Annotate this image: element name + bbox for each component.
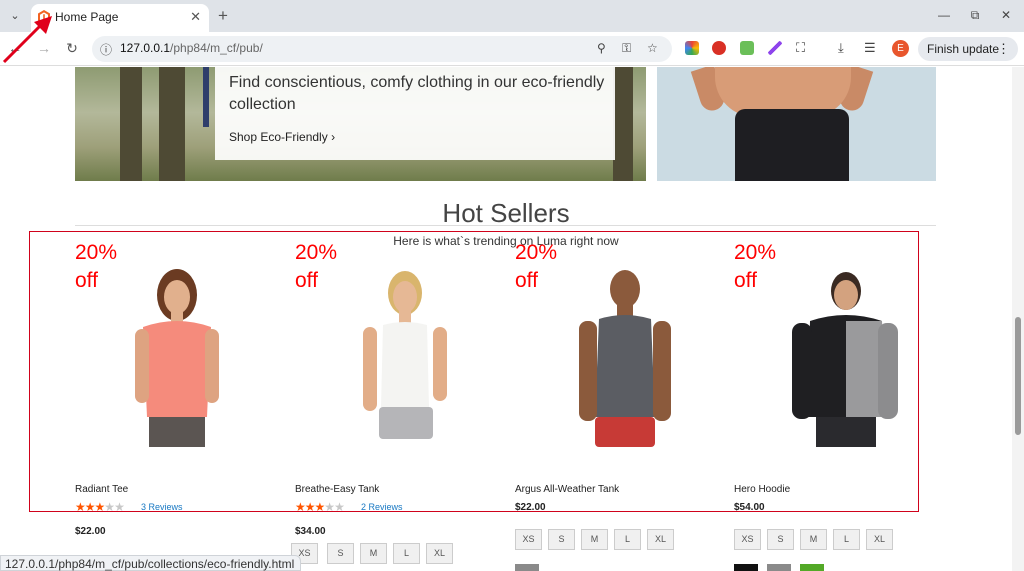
size-s[interactable]: S bbox=[327, 543, 354, 564]
eco-friendly-text: Find conscientious, comfy clothing in ou… bbox=[229, 74, 605, 113]
size-s[interactable]: S bbox=[767, 529, 794, 550]
size-m[interactable]: M bbox=[360, 543, 387, 564]
size-s[interactable]: S bbox=[548, 529, 575, 550]
page-viewport: Find conscientious, comfy clothing in ou… bbox=[0, 67, 1012, 571]
close-window-icon[interactable]: ✕ bbox=[996, 8, 1016, 22]
eco-friendly-card: Find conscientious, comfy clothing in ou… bbox=[215, 67, 615, 160]
browser-toolbar: ← → ↻ ⓘ 127.0.0.1/php84/m_cf/pub/ ⚲ ⚿ ☆ … bbox=[0, 32, 1024, 66]
bookmark-star-icon[interactable]: ☆ bbox=[647, 41, 658, 55]
size-xl[interactable]: XL bbox=[426, 543, 453, 564]
finish-update-label: Finish update bbox=[927, 42, 1000, 56]
minimize-icon[interactable]: — bbox=[934, 8, 954, 22]
product-price: $34.00 bbox=[295, 526, 326, 537]
restore-icon[interactable]: ⧉ bbox=[965, 8, 985, 23]
tab-close-icon[interactable]: ✕ bbox=[190, 9, 201, 25]
fitness-banner[interactable] bbox=[657, 67, 936, 181]
section-divider bbox=[75, 225, 936, 226]
chevron-right-icon: › bbox=[331, 130, 336, 144]
size-m[interactable]: M bbox=[800, 529, 827, 550]
size-xs[interactable]: XS bbox=[515, 529, 542, 550]
downloads-icon[interactable]: ⤓ bbox=[838, 40, 844, 56]
extension-color-icon[interactable] bbox=[685, 41, 699, 55]
size-xs[interactable]: XS bbox=[734, 529, 761, 550]
extension-pen-icon[interactable] bbox=[768, 41, 782, 55]
size-xl[interactable]: XL bbox=[647, 529, 674, 550]
browser-menu-icon[interactable]: ⋮ bbox=[997, 41, 1010, 57]
extension-s-icon[interactable] bbox=[712, 41, 726, 55]
size-l[interactable]: L bbox=[393, 543, 420, 564]
color-swatch[interactable] bbox=[800, 564, 824, 571]
color-swatch[interactable] bbox=[734, 564, 758, 571]
scrollbar-thumb[interactable] bbox=[1015, 317, 1021, 435]
new-tab-button[interactable]: + bbox=[218, 6, 228, 26]
color-swatch[interactable] bbox=[515, 564, 539, 571]
color-swatch[interactable] bbox=[767, 564, 791, 571]
extensions-puzzle-icon[interactable]: ⛶ bbox=[796, 40, 805, 56]
product-price: $22.00 bbox=[75, 526, 106, 537]
eco-friendly-banner[interactable]: Find conscientious, comfy clothing in ou… bbox=[75, 67, 646, 181]
url-path: /php84/m_cf/pub/ bbox=[170, 41, 263, 55]
url-text: 127.0.0.1/php84/m_cf/pub/ bbox=[120, 41, 263, 55]
profile-avatar[interactable]: E bbox=[892, 40, 909, 57]
shop-eco-friendly-label: Shop Eco-Friendly bbox=[229, 130, 328, 144]
media-queue-icon[interactable]: ☰ bbox=[864, 40, 876, 56]
size-l[interactable]: L bbox=[833, 529, 860, 550]
page-scrollbar[interactable] bbox=[1012, 67, 1024, 571]
address-bar[interactable]: ⓘ 127.0.0.1/php84/m_cf/pub/ ⚲ ⚿ ☆ bbox=[92, 36, 672, 62]
annotation-arrow-icon bbox=[2, 16, 52, 64]
password-key-icon[interactable]: ⚿ bbox=[622, 41, 631, 56]
url-host: 127.0.0.1 bbox=[120, 41, 171, 55]
finish-update-button[interactable]: Finish update ⋮ bbox=[918, 37, 1018, 61]
size-l[interactable]: L bbox=[614, 529, 641, 550]
extension-sparkle-icon[interactable] bbox=[740, 41, 754, 55]
tab-strip: ⌄ Home Page ✕ + — ⧉ ✕ bbox=[0, 0, 1024, 32]
tab-title: Home Page bbox=[55, 10, 119, 24]
site-info-icon[interactable]: ⓘ bbox=[100, 41, 112, 58]
size-xl[interactable]: XL bbox=[866, 529, 893, 550]
reload-icon[interactable]: ↻ bbox=[63, 40, 81, 57]
link-status-bar: 127.0.0.1/php84/m_cf/pub/collections/eco… bbox=[0, 555, 302, 571]
annotation-highlight-box bbox=[29, 231, 919, 512]
zoom-icon[interactable]: ⚲ bbox=[597, 41, 606, 55]
shop-eco-friendly-link[interactable]: Shop Eco-Friendly › bbox=[229, 130, 335, 144]
size-m[interactable]: M bbox=[581, 529, 608, 550]
